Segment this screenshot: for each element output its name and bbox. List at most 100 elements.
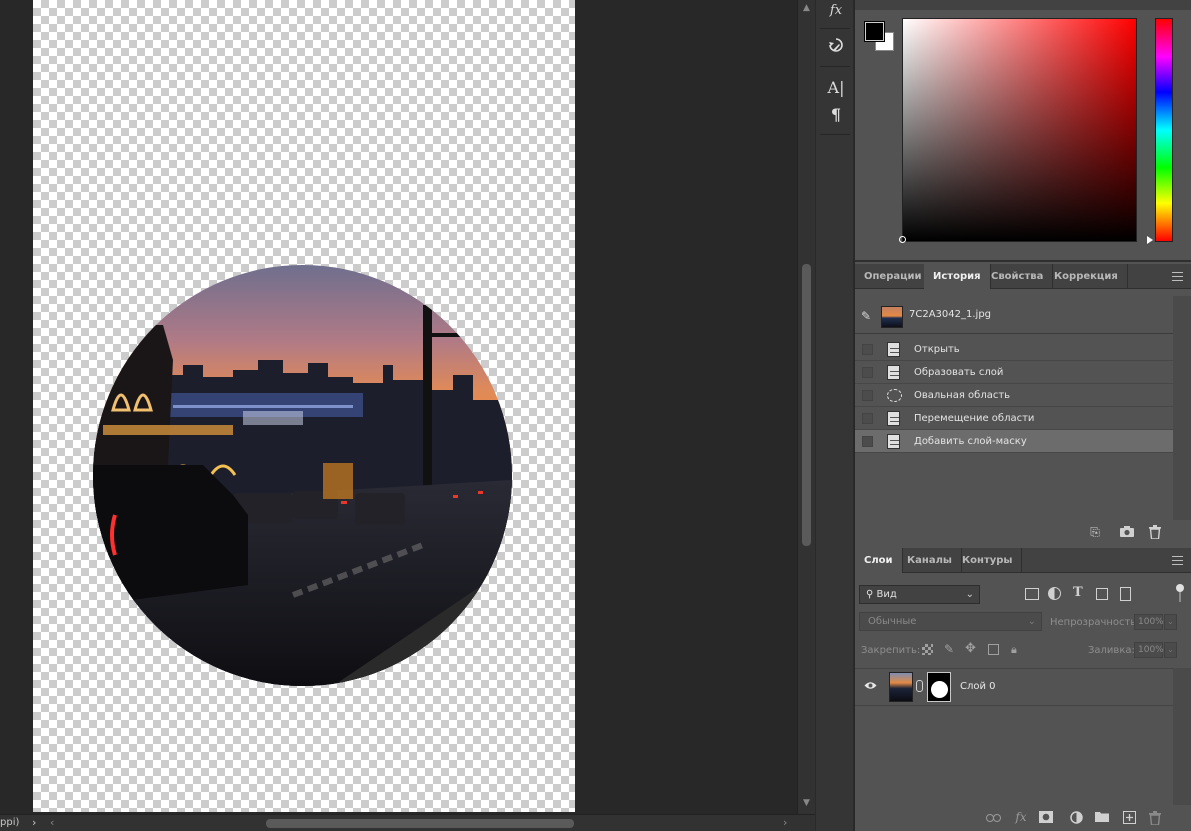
scroll-right-arrow[interactable]: › <box>783 816 787 829</box>
tab-history[interactable]: История <box>924 264 991 289</box>
zoom-readout: ppi) <box>0 817 20 828</box>
lock-position-icon[interactable]: ✥ <box>965 641 976 656</box>
panel-menu-icon[interactable] <box>1172 556 1183 565</box>
history-snapshot[interactable]: ✎ 7C2A3042_1.jpg <box>855 296 1173 334</box>
history-step-checkbox[interactable] <box>862 344 873 355</box>
add-mask-icon[interactable] <box>1039 811 1053 825</box>
history-step-label: Открыть <box>914 344 960 355</box>
history-scrollbar[interactable] <box>1173 296 1191 520</box>
color-picker-marker[interactable] <box>899 236 906 243</box>
history-brush-source-icon[interactable]: ✎ <box>861 309 875 323</box>
history-step-label: Образовать слой <box>914 367 1004 378</box>
opacity-dropdown-arrow[interactable]: ⌄ <box>1164 614 1177 630</box>
search-icon: ⚲ <box>866 589 874 600</box>
shape-layer-filter-icon[interactable] <box>1096 588 1108 600</box>
character-panel-icon[interactable]: A| <box>824 77 848 99</box>
history-step-selected[interactable]: Добавить слой-маску <box>855 430 1173 453</box>
layers-panel-tabbar: Слои Каналы Контуры <box>855 548 1191 573</box>
filter-toggle-icon[interactable] <box>1176 584 1184 592</box>
camera-snapshot-icon[interactable] <box>1120 525 1134 539</box>
smart-object-filter-icon[interactable] <box>1120 587 1131 601</box>
new-group-folder-icon[interactable] <box>1095 811 1109 825</box>
history-step-checkbox[interactable] <box>862 436 873 447</box>
tab-adjustments[interactable]: Коррекция <box>1045 264 1128 289</box>
pixel-layer-filter-icon[interactable] <box>1025 588 1039 600</box>
new-document-from-state-icon[interactable]: ⎘ <box>1088 525 1102 539</box>
lock-artboard-icon[interactable] <box>988 644 999 655</box>
filter-toggle-track <box>1179 592 1181 602</box>
canvas-workspace[interactable] <box>0 0 797 814</box>
horizontal-scrollbar[interactable]: ppi) › ‹ › <box>0 814 815 831</box>
blend-mode-value: Обычные <box>868 616 917 627</box>
fill-input[interactable]: 100% <box>1134 642 1164 658</box>
lock-all-icon[interactable]: 🔒︎ <box>1011 643 1017 657</box>
tab-paths[interactable]: Контуры <box>953 548 1023 573</box>
mask-link-icon[interactable] <box>916 680 923 692</box>
layer-name[interactable]: Слой 0 <box>960 669 996 705</box>
layers-scrollbar[interactable] <box>1173 668 1191 805</box>
snapshot-name: 7C2A3042_1.jpg <box>909 309 992 320</box>
document-icon <box>887 434 901 449</box>
chevron-down-icon: ⌄ <box>1027 616 1036 627</box>
history-footer: ⎘ <box>855 519 1191 546</box>
fill-dropdown-arrow[interactable]: ⌄ <box>1164 642 1177 658</box>
mask-ellipse-shape <box>931 681 948 698</box>
history-step-checkbox[interactable] <box>862 367 873 378</box>
snapshot-thumbnail <box>881 306 903 328</box>
blend-mode-select[interactable]: Обычные ⌄ <box>859 612 1042 631</box>
scroll-down-arrow[interactable]: ▼ <box>803 798 810 808</box>
trash-icon[interactable] <box>1148 525 1162 540</box>
layer-row[interactable]: Слой 0 <box>855 668 1173 706</box>
lock-transparent-pixels-icon[interactable] <box>922 644 933 655</box>
horizontal-scroll-thumb[interactable] <box>266 819 574 828</box>
document-canvas[interactable] <box>33 0 575 812</box>
layers-panel: Слои Каналы Контуры ⚲ Вид ⌄ T Обычные ⌄ … <box>855 548 1191 831</box>
layer-kind-filter[interactable]: ⚲ Вид ⌄ <box>859 585 980 604</box>
strip-divider <box>820 134 850 135</box>
paragraph-panel-icon[interactable]: ¶ <box>824 104 848 126</box>
lock-image-pixels-icon[interactable]: ✎ <box>944 642 954 656</box>
vertical-scrollbar[interactable]: ▲ ▼ <box>797 0 815 814</box>
saturation-brightness-field[interactable] <box>902 18 1137 242</box>
document-icon <box>887 365 901 380</box>
vertical-scroll-thumb[interactable] <box>802 264 811 546</box>
layer-kind-value: Вид <box>876 589 897 600</box>
new-layer-icon[interactable] <box>1122 811 1136 825</box>
scroll-left-arrow[interactable]: ‹ <box>50 816 54 829</box>
history-step[interactable]: Перемещение области <box>855 407 1173 430</box>
eye-visibility-icon[interactable] <box>864 681 877 690</box>
history-panel-tabbar: Операции История Свойства Коррекция <box>855 264 1191 289</box>
elliptical-marquee-icon <box>887 388 902 403</box>
history-step[interactable]: Овальная область <box>855 384 1173 407</box>
panel-menu-icon[interactable] <box>1172 272 1183 281</box>
scroll-up-arrow[interactable]: ▲ <box>803 3 810 13</box>
tab-actions[interactable]: Операции <box>855 264 932 289</box>
tab-properties[interactable]: Свойства <box>982 264 1054 289</box>
link-layers-icon[interactable] <box>986 811 1001 825</box>
opacity-input[interactable]: 100% <box>1134 614 1164 630</box>
delete-layer-trash-icon[interactable] <box>1148 811 1162 826</box>
fill-label: Заливка: <box>1088 645 1135 656</box>
history-brush-icon[interactable] <box>824 36 848 58</box>
adjustment-layer-filter-icon[interactable] <box>1048 587 1061 600</box>
layer-thumbnail[interactable] <box>889 672 913 702</box>
history-step-checkbox[interactable] <box>862 413 873 424</box>
styles-fx-icon[interactable]: fx <box>824 0 848 22</box>
document-icon <box>887 411 901 426</box>
hue-slider-handle[interactable] <box>1147 236 1153 244</box>
color-panel-tabbar <box>855 0 1191 10</box>
tab-layers[interactable]: Слои <box>855 548 903 573</box>
layer-style-fx-icon[interactable]: fx <box>1014 810 1028 824</box>
type-layer-filter-icon[interactable]: T <box>1073 585 1083 600</box>
new-adjustment-layer-icon[interactable] <box>1069 811 1083 825</box>
status-expand-icon[interactable]: › <box>32 816 36 829</box>
history-step-label: Овальная область <box>914 390 1011 401</box>
history-step[interactable]: Образовать слой <box>855 361 1173 384</box>
hue-slider[interactable] <box>1155 18 1173 242</box>
history-step-checkbox[interactable] <box>862 390 873 401</box>
history-step[interactable]: Открыть <box>855 338 1173 361</box>
foreground-color-swatch[interactable] <box>864 21 885 42</box>
layer-mask-thumbnail[interactable] <box>927 672 951 702</box>
lock-label: Закрепить: <box>861 645 921 656</box>
history-step-label: Добавить слой-маску <box>914 436 1027 447</box>
